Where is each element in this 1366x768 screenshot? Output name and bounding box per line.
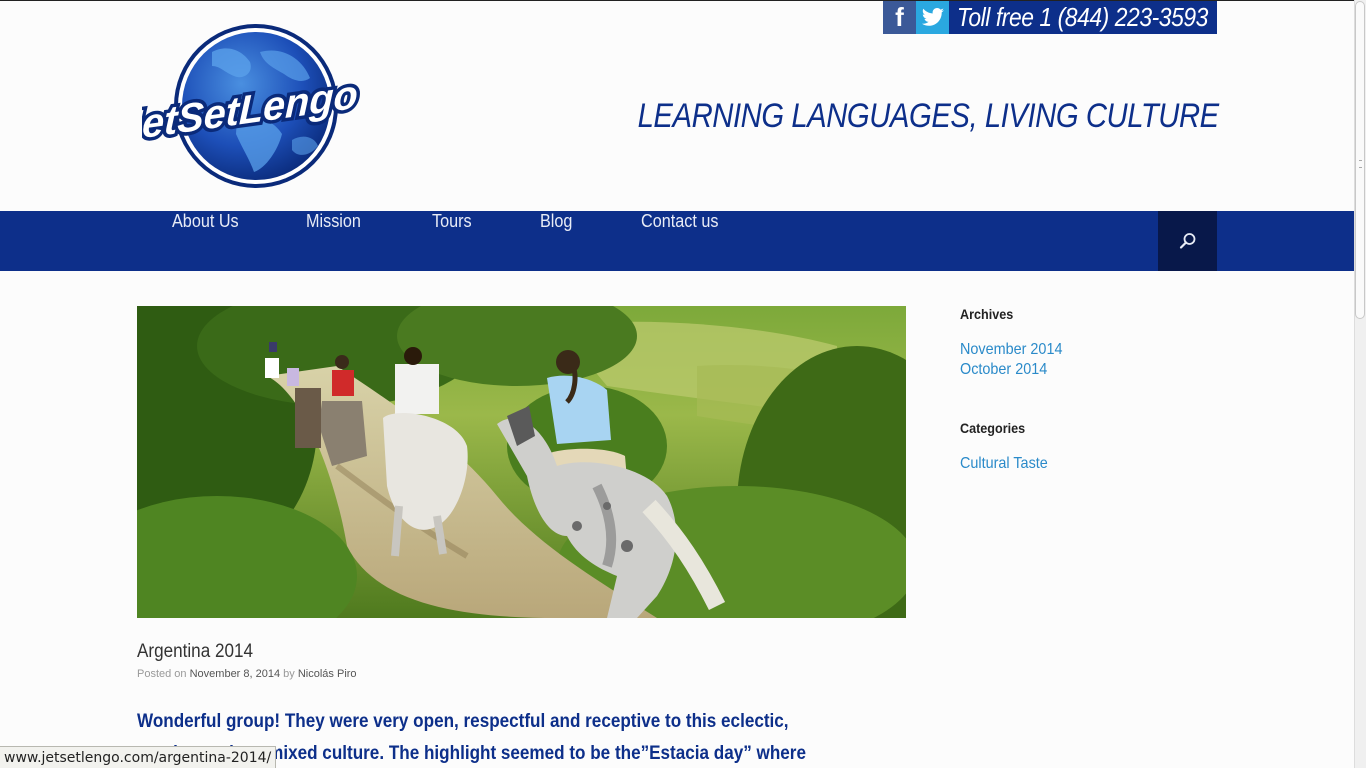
- post-featured-image[interactable]: [137, 306, 906, 618]
- archives-widget-title: Archives: [960, 306, 1014, 322]
- social-phone-bar: f Toll free 1 (844) 223-3593: [883, 1, 1217, 34]
- posted-on-label: Posted on: [137, 668, 187, 680]
- search-icon: [1179, 233, 1195, 249]
- twitter-icon[interactable]: [916, 1, 949, 34]
- post-title[interactable]: Argentina 2014: [137, 641, 253, 663]
- post-author-link[interactable]: Nicolás Piro: [298, 668, 357, 680]
- nav-contact-us[interactable]: Contact us: [641, 211, 718, 271]
- toll-free-phone[interactable]: Toll free 1 (844) 223-3593: [949, 1, 1208, 34]
- scrollbar-grip: [1359, 160, 1362, 168]
- archive-link-october-2014[interactable]: October 2014: [960, 361, 1047, 379]
- post-date-link[interactable]: November 8, 2014: [190, 668, 281, 680]
- archive-link-november-2014[interactable]: November 2014: [960, 341, 1062, 359]
- post-excerpt-line: Wonderful group! They were very open, re…: [137, 711, 789, 732]
- site-tagline: LEARNING LANGUAGES, LIVING CULTURE: [637, 97, 1220, 135]
- category-link-cultural-taste[interactable]: Cultural Taste: [960, 455, 1048, 473]
- nav-blog[interactable]: Blog: [540, 211, 572, 271]
- by-label: by: [283, 668, 295, 680]
- nav-about-us[interactable]: About Us: [172, 211, 239, 271]
- categories-widget-title: Categories: [960, 420, 1026, 436]
- status-bar-url: www.jetsetlengo.com/argentina-2014/: [0, 746, 277, 768]
- facebook-icon[interactable]: f: [883, 1, 916, 34]
- jetsetlengo-logo[interactable]: JetSetLengo: [142, 22, 370, 190]
- post-meta: Posted on November 8, 2014 by Nicolás Pi…: [137, 668, 357, 680]
- main-nav: About Us Mission Tours Blog Contact us: [0, 211, 1354, 271]
- nav-tours[interactable]: Tours: [432, 211, 472, 271]
- search-button[interactable]: [1158, 211, 1217, 271]
- nav-mission[interactable]: Mission: [306, 211, 361, 271]
